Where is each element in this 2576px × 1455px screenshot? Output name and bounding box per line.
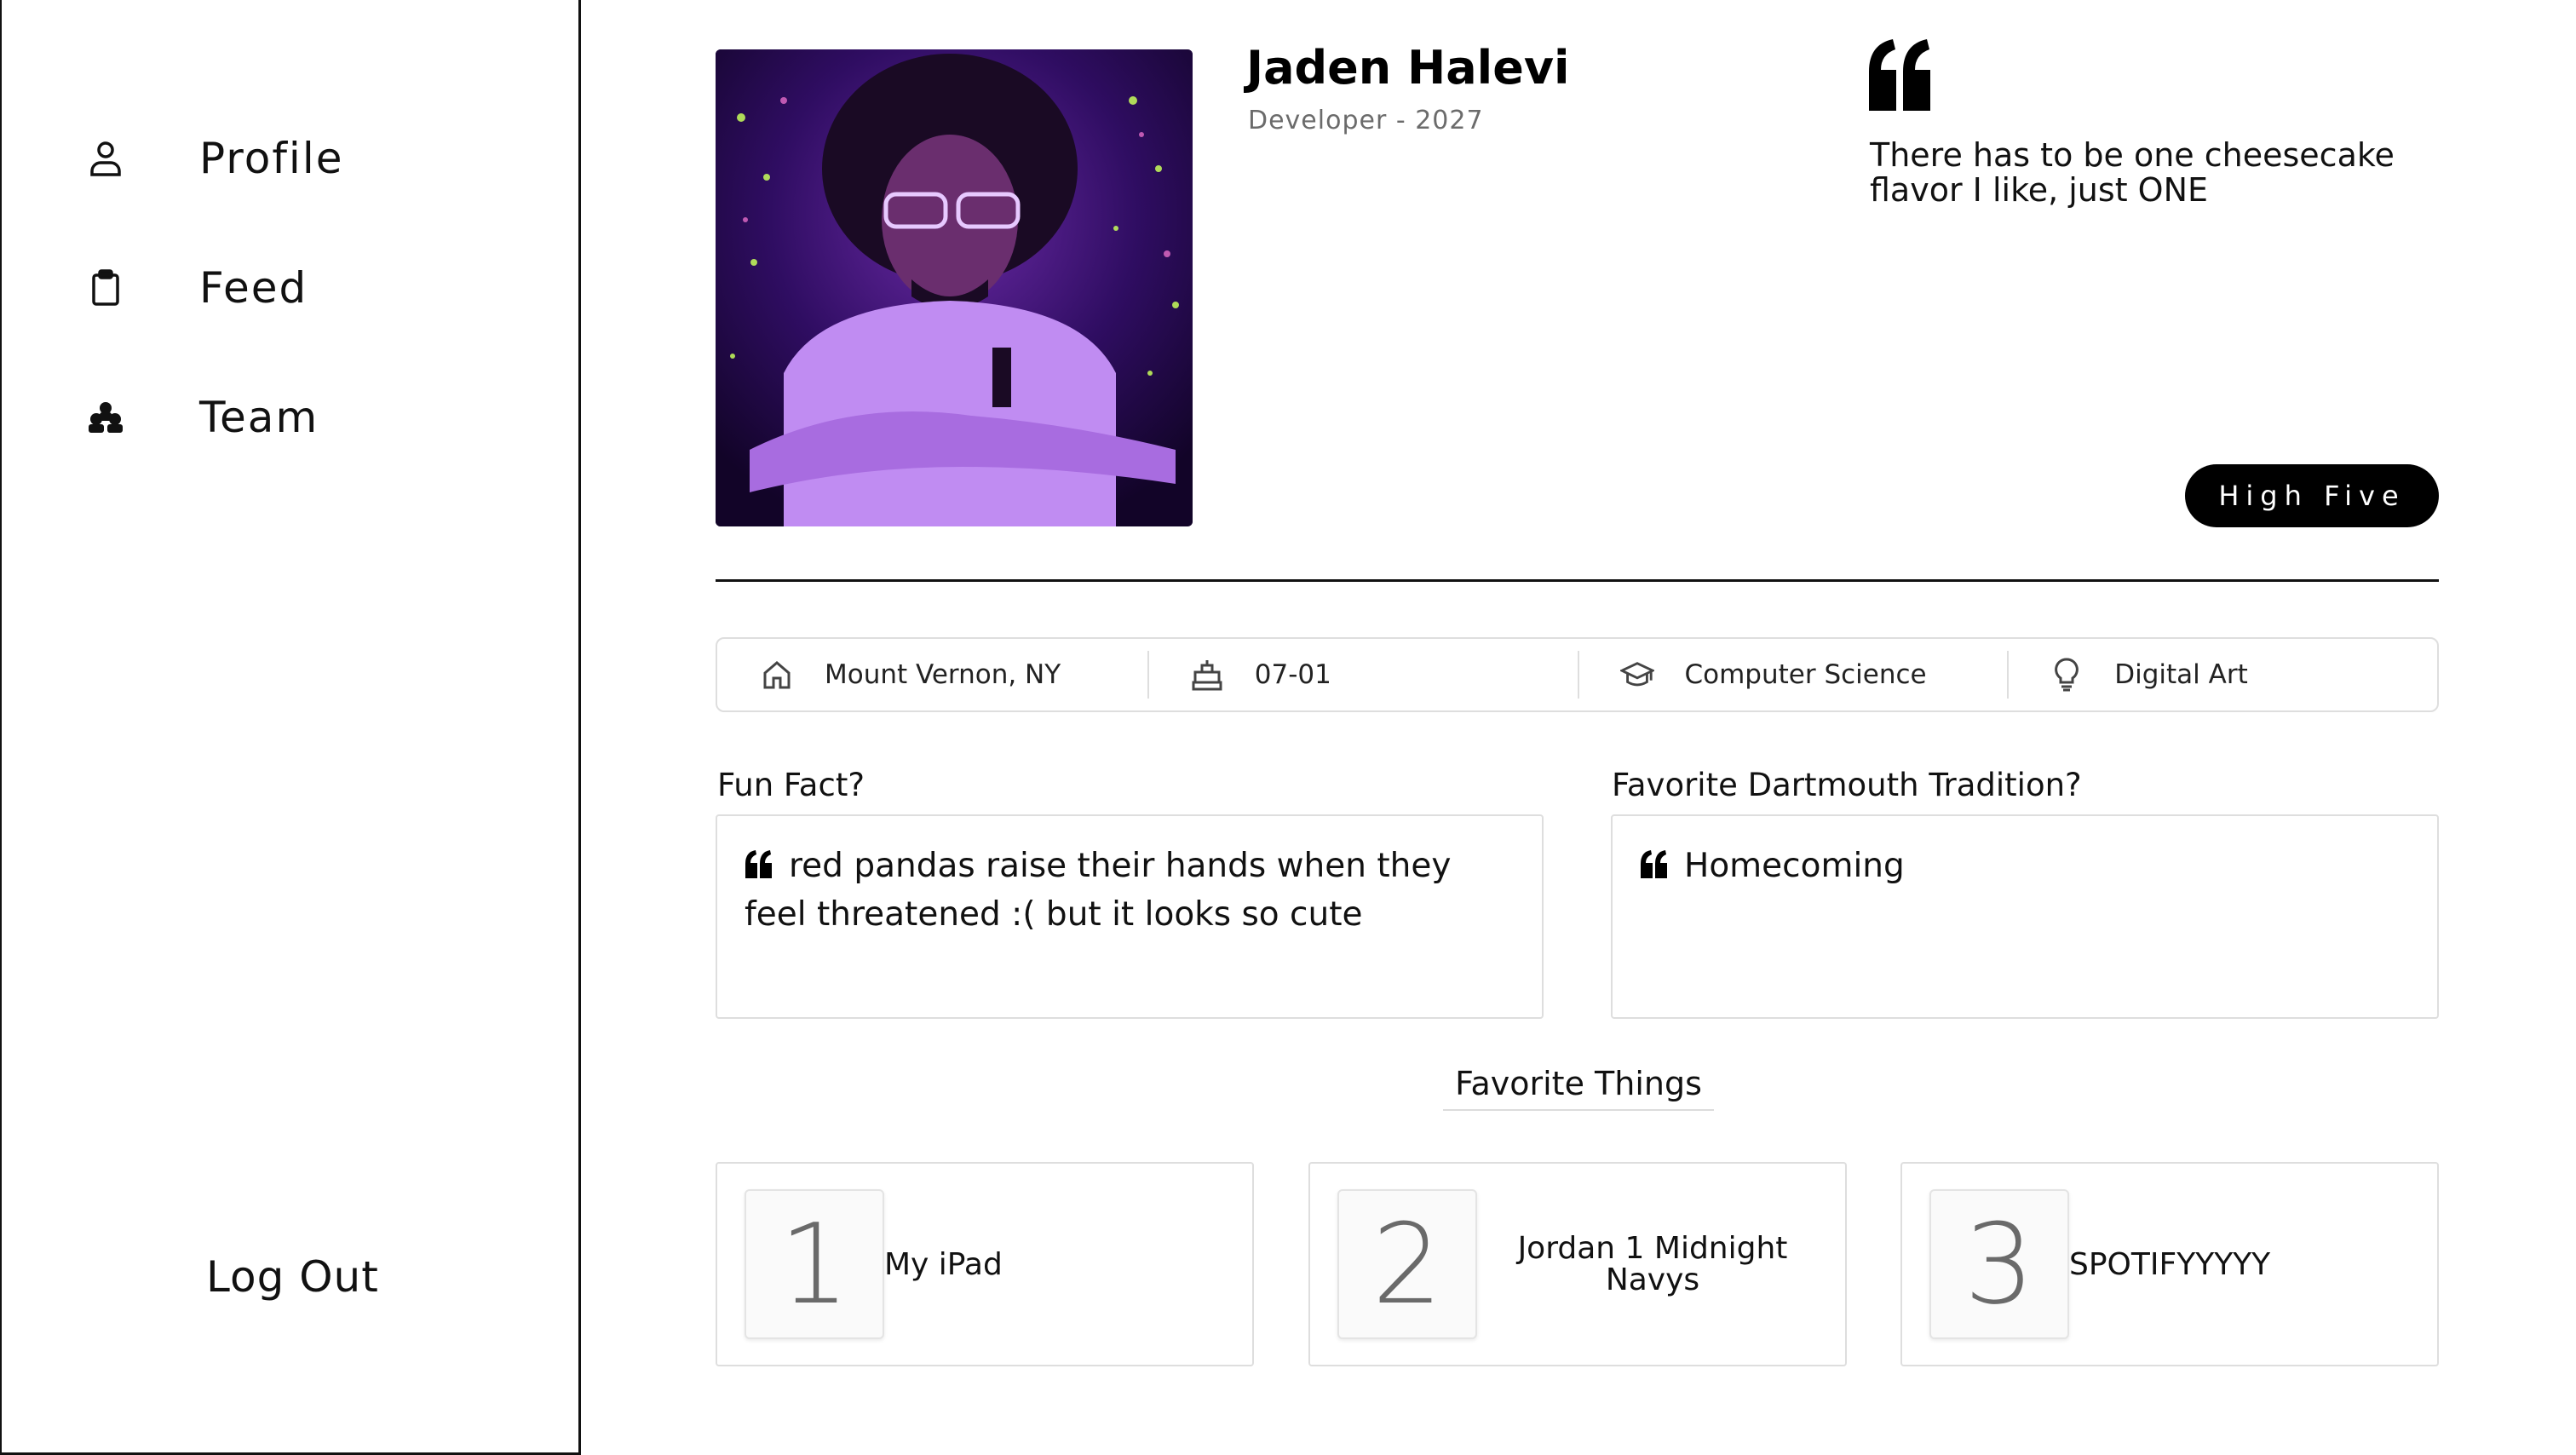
fun-fact-title: Fun Fact? xyxy=(717,767,865,803)
tradition-answer-wrap: Homecoming xyxy=(1640,842,2412,890)
quote-icon xyxy=(745,843,773,878)
tradition-title: Favorite Dartmouth Tradition? xyxy=(1612,767,2082,803)
info-text: Mount Vernon, NY xyxy=(825,659,1061,690)
favorite-text: SPOTIFYYYYY xyxy=(2069,1246,2271,1282)
logout-button[interactable]: Log Out xyxy=(206,1252,379,1302)
divider xyxy=(716,579,2439,582)
favorite-card-1: 1 My iPad xyxy=(716,1162,1254,1366)
favorite-things-heading: Favorite Things xyxy=(1443,1065,1714,1111)
favorite-rank: 2 xyxy=(1337,1189,1477,1339)
favorite-text: My iPad xyxy=(884,1246,1003,1282)
fun-fact-answer-wrap: red pandas raise their hands when they f… xyxy=(745,842,1516,939)
fun-fact-answer: red pandas raise their hands when they f… xyxy=(745,847,1452,934)
info-major: Computer Science xyxy=(1577,639,2008,710)
tradition-answer: Homecoming xyxy=(1684,847,1905,885)
sidebar-item-label: Team xyxy=(199,393,319,442)
info-text: 07-01 xyxy=(1254,659,1331,690)
quote-icon xyxy=(1867,37,1932,111)
graduation-cap-icon xyxy=(1619,658,1654,692)
sidebar-item-feed[interactable]: Feed xyxy=(87,254,530,322)
people-group-icon xyxy=(87,399,124,436)
sidebar-item-label: Profile xyxy=(199,134,344,183)
sidebar: Profile Feed Team Log Out xyxy=(0,0,581,1455)
sidebar-item-team[interactable]: Team xyxy=(87,383,530,451)
fun-fact-box: red pandas raise their hands when they f… xyxy=(716,814,1544,1019)
favorite-rank: 1 xyxy=(745,1189,884,1339)
profile-page: Profile Feed Team Log Out Jaden Halevi D… xyxy=(0,0,2576,1455)
person-icon xyxy=(87,140,124,177)
profile-role: Developer - 2027 xyxy=(1248,106,1484,135)
sidebar-item-label: Feed xyxy=(199,263,308,313)
info-birthday: 07-01 xyxy=(1147,639,1578,710)
favorite-text: Jordan 1 Midnight Navys xyxy=(1517,1231,1788,1297)
quote-icon xyxy=(1640,843,1669,878)
info-interest: Digital Art xyxy=(2007,639,2437,710)
info-bar: Mount Vernon, NY 07-01 Computer Science … xyxy=(716,637,2439,712)
info-text: Computer Science xyxy=(1684,659,1927,690)
favorite-rank: 3 xyxy=(1929,1189,2069,1339)
profile-quote: There has to be one cheesecake flavor I … xyxy=(1870,136,2395,209)
clipboard-icon xyxy=(87,269,124,307)
lightbulb-icon xyxy=(2050,658,2084,692)
favorite-card-3: 3 SPOTIFYYYYY xyxy=(1900,1162,2439,1366)
high-five-button[interactable]: High Five xyxy=(2185,464,2439,527)
info-text: Digital Art xyxy=(2114,659,2248,690)
tradition-box: Homecoming xyxy=(1611,814,2439,1019)
home-icon xyxy=(760,658,794,692)
profile-name: Jaden Halevi xyxy=(1246,41,1570,95)
cake-icon xyxy=(1190,658,1224,692)
info-hometown: Mount Vernon, NY xyxy=(717,639,1147,710)
profile-photo xyxy=(716,49,1193,526)
favorite-card-2: 2 Jordan 1 Midnight Navys xyxy=(1308,1162,1847,1366)
sidebar-item-profile[interactable]: Profile xyxy=(87,124,530,193)
